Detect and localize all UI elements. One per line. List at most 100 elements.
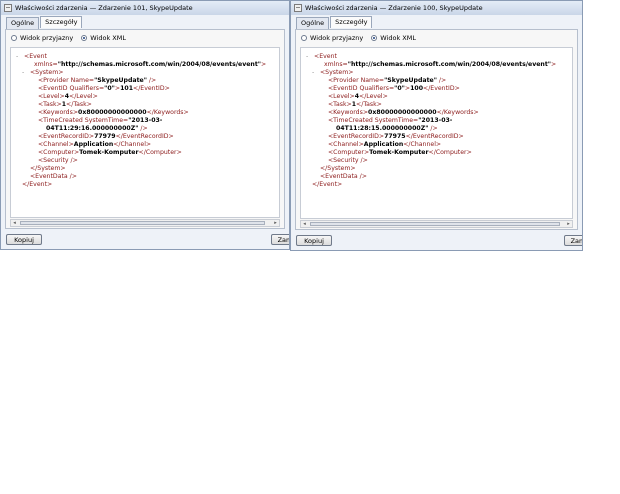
tab-general[interactable]: Ogólne — [296, 17, 330, 29]
scroll-thumb[interactable] — [20, 221, 265, 225]
radio-label: Widok XML — [380, 34, 416, 42]
title-bar[interactable]: Właściwości zdarzenia — Zdarzenie 100, S… — [291, 1, 582, 15]
close-button[interactable]: Zam — [564, 235, 582, 246]
copy-button[interactable]: Kopiuj — [6, 234, 42, 245]
xml-tag: <Keywords> — [38, 109, 79, 116]
xml-value: 101 — [120, 85, 134, 92]
copy-button[interactable]: Kopiuj — [296, 235, 332, 246]
xml-tag: /> — [146, 77, 157, 84]
collapse-icon[interactable]: - — [306, 53, 314, 61]
xml-value: Tomek-Komputer — [79, 149, 139, 156]
xml-tag: <Provider Name= — [38, 77, 95, 84]
xml-tag: </Event> — [22, 181, 53, 188]
xml-tag: Event — [29, 53, 47, 60]
tab-strip: Ogólne Szczegóły — [296, 16, 373, 29]
radio-friendly-view[interactable]: Widok przyjazny — [301, 34, 363, 42]
xml-tag: <EventRecordID> — [328, 133, 385, 140]
xml-tag: <Channel> — [38, 141, 74, 148]
xml-tag: <TimeCreated SystemTime= — [38, 117, 129, 124]
radio-friendly-view[interactable]: Widok przyjazny — [11, 34, 73, 42]
xml-value: 100 — [410, 85, 424, 92]
xml-tag: <Task> — [328, 101, 352, 108]
radio-button-icon[interactable] — [301, 35, 307, 41]
xml-view[interactable]: - <Event xmlns="http://schemas.microsoft.… — [10, 47, 280, 218]
xml-value: "SkypeUpdate" — [94, 77, 147, 84]
close-button[interactable]: Zam — [271, 234, 289, 245]
xml-tag: <Security /> — [328, 157, 368, 164]
scroll-thumb[interactable] — [310, 222, 560, 226]
tab-general[interactable]: Ogólne — [6, 17, 40, 29]
xml-tag: <EventData /> — [320, 173, 367, 180]
scroll-left-icon[interactable]: ◂ — [301, 221, 308, 227]
xml-tag: </Channel> — [403, 141, 442, 148]
radio-button-selected-icon[interactable] — [81, 35, 88, 41]
window-icon — [294, 4, 302, 12]
xml-value: Application — [73, 141, 114, 148]
xml-tag: </Keywords> — [436, 109, 479, 116]
xml-value: 04T11:28:15.000000000Z" — [336, 125, 429, 132]
xml-tag: <Level> — [38, 93, 65, 100]
view-mode-radios: Widok przyjazny Widok XML — [11, 34, 134, 42]
xml-value: 77979 — [94, 133, 116, 140]
xml-tag: Event — [319, 53, 337, 60]
xml-tag: /> — [428, 125, 438, 132]
xml-view[interactable]: - <Event xmlns="http://schemas.microsoft.… — [300, 47, 573, 219]
xml-attr: xmlns= — [34, 61, 58, 68]
xml-value: 77975 — [384, 133, 406, 140]
xml-tag: </EventRecordID> — [115, 133, 174, 140]
xml-tag: <EventID Qualifiers= — [38, 85, 105, 92]
scroll-right-icon[interactable]: ▸ — [565, 221, 572, 227]
xml-value: "2013-03- — [418, 117, 453, 124]
xml-tag: </Task> — [66, 101, 92, 108]
xml-value: Application — [363, 141, 404, 148]
xml-value: "0" — [394, 85, 405, 92]
xml-tag: </Task> — [356, 101, 382, 108]
xml-content: - <Event xmlns="http://schemas.microsoft.… — [306, 53, 557, 188]
xml-tag: </System> — [30, 165, 66, 172]
xml-value: "0" — [104, 85, 115, 92]
xml-value: 0x80000000000000 — [368, 109, 437, 116]
xml-tag: </Computer> — [138, 149, 182, 156]
collapse-icon[interactable]: - — [22, 69, 30, 77]
xml-tag: <EventRecordID> — [38, 133, 95, 140]
xml-tag: </Computer> — [428, 149, 472, 156]
xml-tag: </Event> — [312, 181, 343, 188]
xml-value: Tomek-Komputer — [369, 149, 429, 156]
xml-tag: /> — [436, 77, 447, 84]
xml-tag: </Keywords> — [146, 109, 189, 116]
title-bar[interactable]: Właściwości zdarzenia — Zdarzenie 101, S… — [1, 1, 289, 15]
xml-tag: <Computer> — [38, 149, 80, 156]
xml-tag: </Level> — [69, 93, 98, 100]
xml-value: 0x80000000000000 — [78, 109, 147, 116]
xml-tag: <System> — [320, 69, 354, 76]
horizontal-scrollbar[interactable]: ◂ ▸ — [300, 220, 573, 228]
xml-tag: <Keywords> — [328, 109, 369, 116]
collapse-icon[interactable]: - — [312, 69, 320, 77]
xml-value: "2013-03- — [128, 117, 163, 124]
radio-button-icon[interactable] — [11, 35, 17, 41]
window-icon — [4, 4, 12, 12]
radio-label: Widok XML — [90, 34, 126, 42]
radio-button-selected-icon[interactable] — [371, 35, 378, 41]
xml-tag: </EventID> — [133, 85, 170, 92]
tab-strip: Ogólne Szczegóły — [6, 16, 83, 29]
event-properties-window-100: Właściwości zdarzenia — Zdarzenie 100, S… — [290, 0, 583, 251]
details-panel: Widok przyjazny Widok XML - <Event xmlns=… — [295, 29, 578, 230]
window-title: Właściwości zdarzenia — Zdarzenie 100, S… — [305, 4, 483, 12]
xml-tag: <Channel> — [328, 141, 364, 148]
xml-tag: </Level> — [359, 93, 388, 100]
scroll-right-icon[interactable]: ▸ — [272, 220, 279, 226]
xml-value: "http://schemas.microsoft.com/win/2004/0… — [57, 61, 262, 68]
scroll-left-icon[interactable]: ◂ — [11, 220, 18, 226]
details-panel: Widok przyjazny Widok XML - <Event xmlns=… — [5, 29, 285, 229]
xml-value: 04T11:29:16.000000000Z" — [46, 125, 139, 132]
radio-xml-view[interactable]: Widok XML — [371, 34, 416, 42]
tab-details[interactable]: Szczegóły — [40, 16, 83, 28]
xml-tag: <EventID Qualifiers= — [328, 85, 395, 92]
xml-tag: <Level> — [328, 93, 355, 100]
collapse-icon[interactable]: - — [16, 53, 24, 61]
horizontal-scrollbar[interactable]: ◂ ▸ — [10, 219, 280, 227]
radio-xml-view[interactable]: Widok XML — [81, 34, 126, 42]
tab-details[interactable]: Szczegóły — [330, 16, 373, 28]
xml-attr: xmlns= — [324, 61, 348, 68]
